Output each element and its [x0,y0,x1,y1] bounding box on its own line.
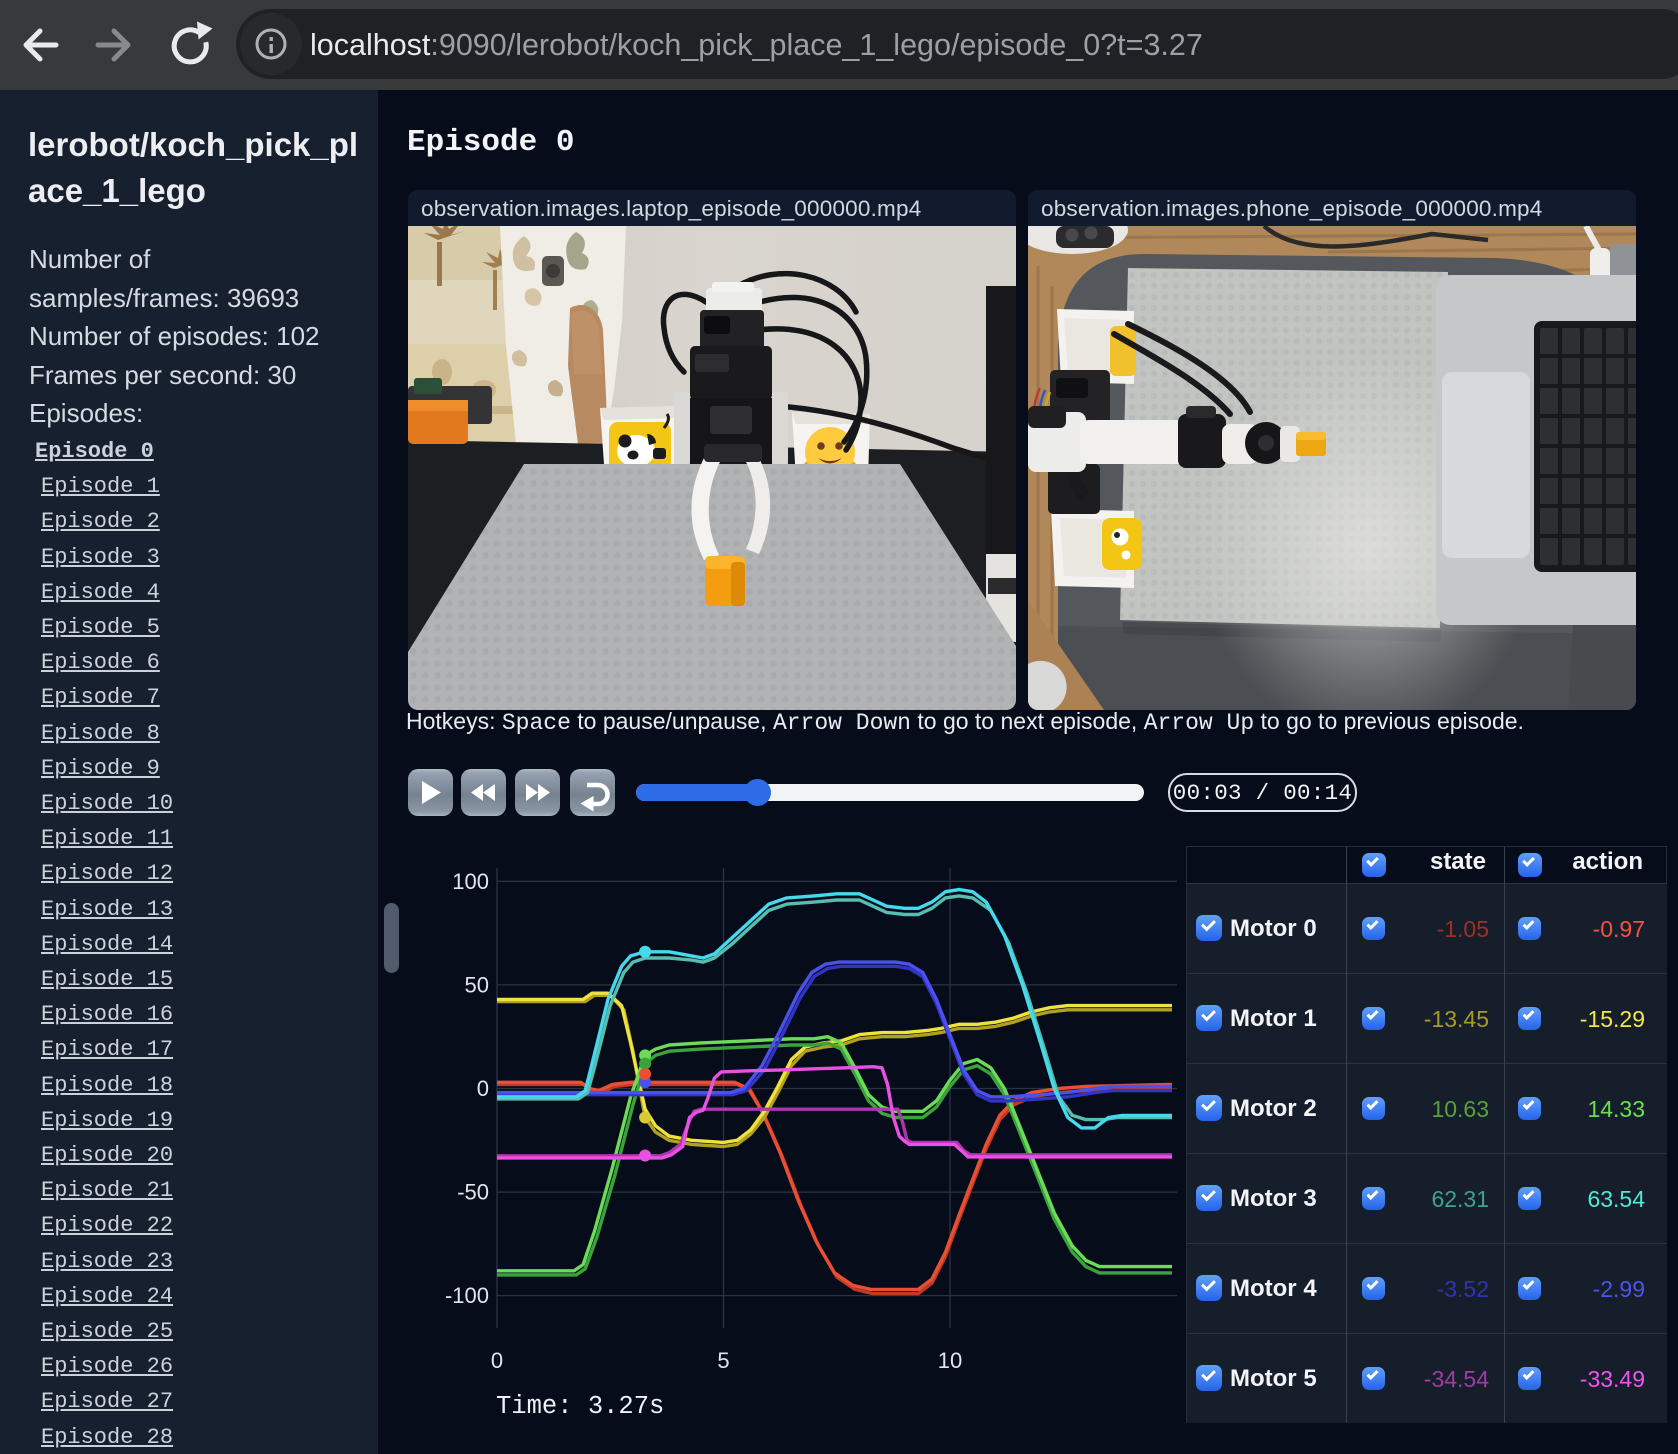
svg-text:Time: 3.27s: Time: 3.27s [496,1392,664,1421]
svg-text:-100: -100 [445,1283,489,1308]
svg-text:0: 0 [477,1076,489,1101]
svg-text:-50: -50 [457,1180,489,1205]
svg-text:10: 10 [938,1348,962,1373]
svg-text:0: 0 [491,1348,503,1373]
svg-text:5: 5 [717,1348,729,1373]
svg-text:50: 50 [465,973,489,998]
svg-text:100: 100 [452,869,489,894]
